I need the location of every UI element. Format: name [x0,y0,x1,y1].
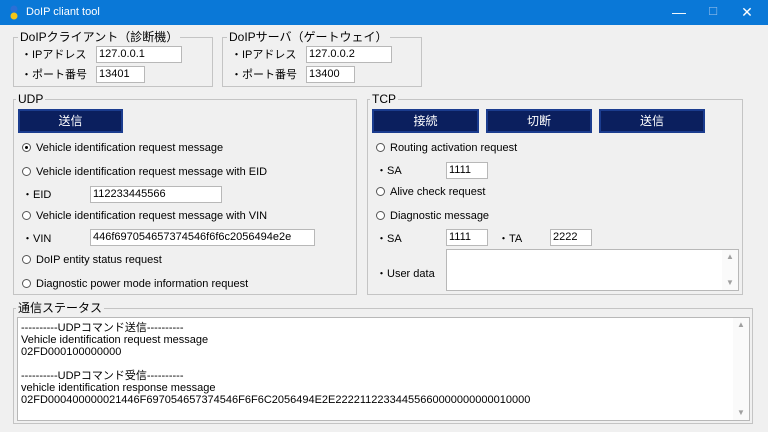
status-log-lines: ----------UDPコマンド送信---------- Vehicle id… [21,322,721,406]
udp-option-label[interactable]: Vehicle identification request message w… [36,209,267,223]
tcp-group-title: TCP [370,92,398,107]
vin-field[interactable]: 446f697054657374546f6f6c2056494e2e [90,229,315,246]
client-port-label: ・ポート番号 [21,69,87,81]
status-log-scrollbar[interactable]: ▲ ▼ [733,318,749,420]
minimize-button[interactable]: — [662,0,696,25]
client-ip-label: ・IPアドレス [21,49,87,61]
eid-field[interactable]: 112233445566 [90,186,222,203]
server-port-field[interactable]: 13400 [306,66,355,83]
udp-group-title: UDP [16,92,46,107]
tcp-option-radio-diagnostic[interactable] [376,211,385,220]
user-data-field[interactable]: ▲ ▼ [446,249,739,291]
scroll-down-icon[interactable]: ▼ [722,276,738,290]
udp-option-radio-vehicle-id[interactable] [22,143,31,152]
title-bar: DoIP cliant tool — ☐ ✕ [0,0,768,25]
close-button[interactable]: ✕ [730,0,764,25]
udp-option-label[interactable]: DoIP entity status request [36,253,162,267]
client-port-field[interactable]: 13401 [96,66,145,83]
eid-label: ・EID [22,189,52,201]
tcp-option-radio-routing[interactable] [376,143,385,152]
scroll-up-icon[interactable]: ▲ [733,318,749,332]
status-log-line: ----------UDPコマンド送信---------- [21,322,184,334]
routing-sa-label: ・SA [376,165,402,177]
diag-sa-label: ・SA [376,233,402,245]
routing-sa-field[interactable]: 1111 [446,162,488,179]
tcp-alive-label[interactable]: Alive check request [390,185,485,199]
tcp-option-radio-alive-check[interactable] [376,187,385,196]
app-icon [10,5,18,20]
udp-option-radio-power-mode[interactable] [22,279,31,288]
tcp-diag-label[interactable]: Diagnostic message [390,209,489,223]
server-group-title: DoIPサーバ（ゲートウェイ） [227,30,390,45]
status-log-line: ----------UDPコマンド受信---------- [21,370,184,382]
window-title: DoIP cliant tool [26,6,100,18]
udp-option-radio-vehicle-id-vin[interactable] [22,211,31,220]
diag-sa-field[interactable]: 1111 [446,229,488,246]
udp-option-radio-vehicle-id-eid[interactable] [22,167,31,176]
user-data-label: ・User data [376,268,435,280]
scroll-down-icon[interactable]: ▼ [733,406,749,420]
tcp-routing-label[interactable]: Routing activation request [390,141,517,155]
udp-option-label[interactable]: Vehicle identification request message [36,141,223,155]
tcp-send-button[interactable]: 送信 [599,109,705,133]
server-ip-label: ・IPアドレス [231,49,297,61]
udp-option-label[interactable]: Vehicle identification request message w… [36,165,267,179]
status-log-line: vehicle identification response message [21,382,216,394]
udp-send-button[interactable]: 送信 [18,109,123,133]
tcp-disconnect-button[interactable]: 切断 [486,109,592,133]
udp-option-label[interactable]: Diagnostic power mode information reques… [36,277,248,291]
status-log-line [21,358,721,370]
status-log-line: 02FD000400000021446F697054657374546F6F6C… [21,394,531,406]
client-group-title: DoIPクライアント（診断機） [18,30,181,45]
maximize-button[interactable]: ☐ [696,0,730,25]
status-log-line: Vehicle identification request message [21,334,209,346]
diag-ta-label: ・TA [498,233,523,245]
server-ip-field[interactable]: 127.0.0.2 [306,46,392,63]
user-data-scrollbar[interactable]: ▲ ▼ [722,250,738,290]
client-ip-field[interactable]: 127.0.0.1 [96,46,182,63]
status-log-line: 02FD000100000000 [21,346,122,358]
vin-label: ・VIN [22,233,52,245]
server-port-label: ・ポート番号 [231,69,297,81]
tcp-connect-button[interactable]: 接続 [372,109,479,133]
status-log[interactable]: ----------UDPコマンド送信---------- Vehicle id… [17,317,750,421]
udp-option-radio-entity-status[interactable] [22,255,31,264]
scroll-up-icon[interactable]: ▲ [722,250,738,264]
status-group-title: 通信ステータス [16,301,105,316]
diag-ta-field[interactable]: 2222 [550,229,592,246]
